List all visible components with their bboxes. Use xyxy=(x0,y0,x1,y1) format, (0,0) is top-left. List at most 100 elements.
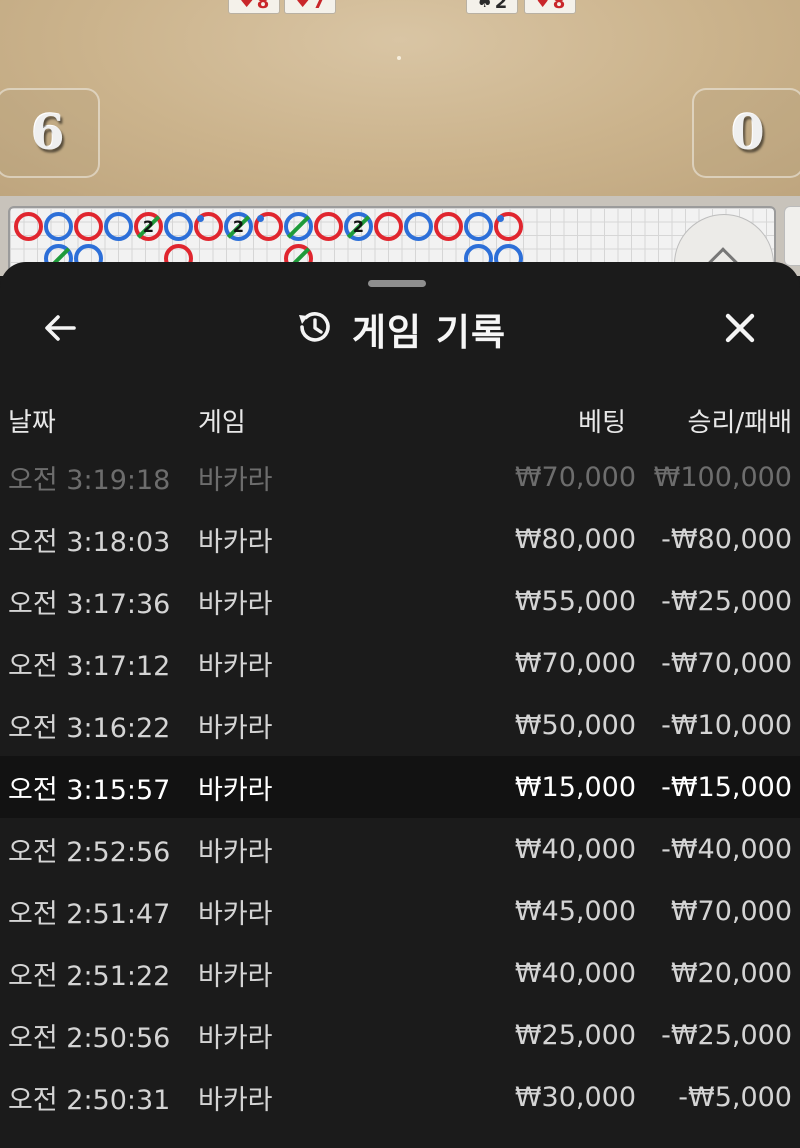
row-bet: ₩80,000 xyxy=(514,523,636,555)
row-result: ₩70,000 xyxy=(670,895,792,927)
player-score: 6 xyxy=(31,105,65,161)
player-score-box: 6 xyxy=(0,88,100,178)
column-header-game: 게임 xyxy=(198,407,246,438)
sheet-drag-handle[interactable] xyxy=(368,280,426,287)
column-header-result: 승리/패배 xyxy=(687,407,792,438)
card-rank: 8 xyxy=(552,0,566,13)
row-result: -₩25,000 xyxy=(661,1019,792,1051)
row-game: 바카라 xyxy=(198,898,273,930)
row-result: -₩10,000 xyxy=(661,709,792,741)
row-game: 바카라 xyxy=(198,960,273,992)
player-pair-dot xyxy=(197,215,204,222)
bead xyxy=(14,212,43,241)
row-date: 오전 3:17:36 xyxy=(8,588,171,620)
row-result: -₩70,000 xyxy=(661,647,792,679)
player-pair-dot xyxy=(497,215,504,222)
bead xyxy=(44,212,73,241)
row-date: 오전 3:19:18 xyxy=(8,464,171,496)
row-result: -₩80,000 xyxy=(661,523,792,555)
row-bet: ₩25,000 xyxy=(514,1019,636,1051)
banker-card-1: ♠ 2 xyxy=(466,0,518,14)
card-rank: 7 xyxy=(312,0,326,13)
tie-slash xyxy=(286,215,311,239)
game-table: ♥ 8 ♥ 7 ♠ 2 ♦ 8 6 0 xyxy=(0,0,800,200)
spade-suit-icon: ♠ xyxy=(476,0,493,12)
heart-suit-icon: ♥ xyxy=(294,0,311,12)
row-bet: ₩70,000 xyxy=(514,461,636,493)
history-clock-icon xyxy=(294,307,334,351)
bead-count: 2 xyxy=(232,217,245,236)
bead xyxy=(164,212,193,241)
bead: 2 xyxy=(134,212,163,241)
bead-count: 2 xyxy=(352,217,365,236)
side-panel-tab[interactable] xyxy=(784,206,800,266)
player-card-1: ♥ 8 xyxy=(228,0,280,14)
row-result: -₩5,000 xyxy=(678,1081,792,1113)
diamond-suit-icon: ♦ xyxy=(534,0,551,12)
back-button[interactable] xyxy=(34,304,86,356)
row-date: 오전 2:50:56 xyxy=(8,1022,171,1054)
row-bet: ₩15,000 xyxy=(514,771,636,803)
row-date: 오전 2:51:22 xyxy=(8,960,171,992)
bead xyxy=(434,212,463,241)
column-header-date: 날짜 xyxy=(8,407,56,438)
bead xyxy=(104,212,133,241)
row-date: 오전 2:51:47 xyxy=(8,898,171,930)
player-pair-dot xyxy=(257,215,264,222)
row-date: 오전 3:15:57 xyxy=(8,774,171,806)
history-list: 오전 3:19:18 바카라 ₩70,000 ₩100,000 오전 3:18:… xyxy=(0,446,800,1128)
bead xyxy=(374,212,403,241)
row-bet: ₩70,000 xyxy=(514,647,636,679)
row-bet: ₩40,000 xyxy=(514,833,636,865)
history-row[interactable]: 오전 2:52:56 바카라 ₩40,000 -₩40,000 xyxy=(0,818,800,880)
bead: 2 xyxy=(344,212,373,241)
row-date: 오전 3:18:03 xyxy=(8,526,171,558)
history-row[interactable]: 오전 3:16:22 바카라 ₩50,000 -₩10,000 xyxy=(0,694,800,756)
row-result: -₩15,000 xyxy=(661,771,792,803)
row-date: 오전 3:17:12 xyxy=(8,650,171,682)
sheet-header: 게임 기록 xyxy=(0,300,800,358)
history-row[interactable]: 오전 2:50:56 바카라 ₩25,000 -₩25,000 xyxy=(0,1004,800,1066)
bead xyxy=(494,212,523,241)
player-card-2: ♥ 7 xyxy=(284,0,336,14)
arrow-left-icon xyxy=(40,308,80,352)
row-game: 바카라 xyxy=(198,774,273,806)
bead xyxy=(404,212,433,241)
row-date: 오전 2:50:31 xyxy=(8,1084,171,1116)
bead xyxy=(194,212,223,241)
history-row[interactable]: 오전 3:19:18 바카라 ₩70,000 ₩100,000 xyxy=(0,446,800,508)
row-game: 바카라 xyxy=(198,1084,273,1116)
row-game: 바카라 xyxy=(198,588,273,620)
history-row[interactable]: 오전 2:51:47 바카라 ₩45,000 ₩70,000 xyxy=(0,880,800,942)
bead xyxy=(284,212,313,241)
sheet-title-group: 게임 기록 xyxy=(0,300,800,358)
column-header-bet: 베팅 xyxy=(578,407,626,438)
row-game: 바카라 xyxy=(198,464,273,496)
history-row-selected[interactable]: 오전 3:15:57 바카라 ₩15,000 -₩15,000 xyxy=(0,756,800,818)
history-row[interactable]: 오전 2:51:22 바카라 ₩40,000 ₩20,000 xyxy=(0,942,800,1004)
bead-count: 2 xyxy=(142,217,155,236)
row-game: 바카라 xyxy=(198,526,273,558)
bead-road-row: 2 2 2 xyxy=(14,212,523,241)
history-row[interactable]: 오전 2:50:31 바카라 ₩30,000 -₩5,000 xyxy=(0,1066,800,1128)
row-bet: ₩50,000 xyxy=(514,709,636,741)
close-x-icon xyxy=(720,308,760,352)
banker-score-box: 0 xyxy=(692,88,800,178)
row-game: 바카라 xyxy=(198,650,273,682)
history-row[interactable]: 오전 3:17:12 바카라 ₩70,000 -₩70,000 xyxy=(0,632,800,694)
row-result: -₩25,000 xyxy=(661,585,792,617)
game-history-sheet: 게임 기록 날짜 게임 베팅 승리/패배 오전 3:19:18 바카라 ₩70,… xyxy=(0,262,800,1148)
bead: 2 xyxy=(224,212,253,241)
history-row[interactable]: 오전 3:18:03 바카라 ₩80,000 -₩80,000 xyxy=(0,508,800,570)
history-row[interactable]: 오전 3:17:36 바카라 ₩55,000 -₩25,000 xyxy=(0,570,800,632)
row-date: 오전 2:52:56 xyxy=(8,836,171,868)
row-result: ₩100,000 xyxy=(653,461,792,493)
bead xyxy=(314,212,343,241)
row-bet: ₩40,000 xyxy=(514,957,636,989)
row-game: 바카라 xyxy=(198,836,273,868)
bead xyxy=(74,212,103,241)
sheet-title: 게임 기록 xyxy=(351,311,507,354)
close-button[interactable] xyxy=(714,304,766,356)
row-game: 바카라 xyxy=(198,712,273,744)
row-date: 오전 3:16:22 xyxy=(8,712,171,744)
